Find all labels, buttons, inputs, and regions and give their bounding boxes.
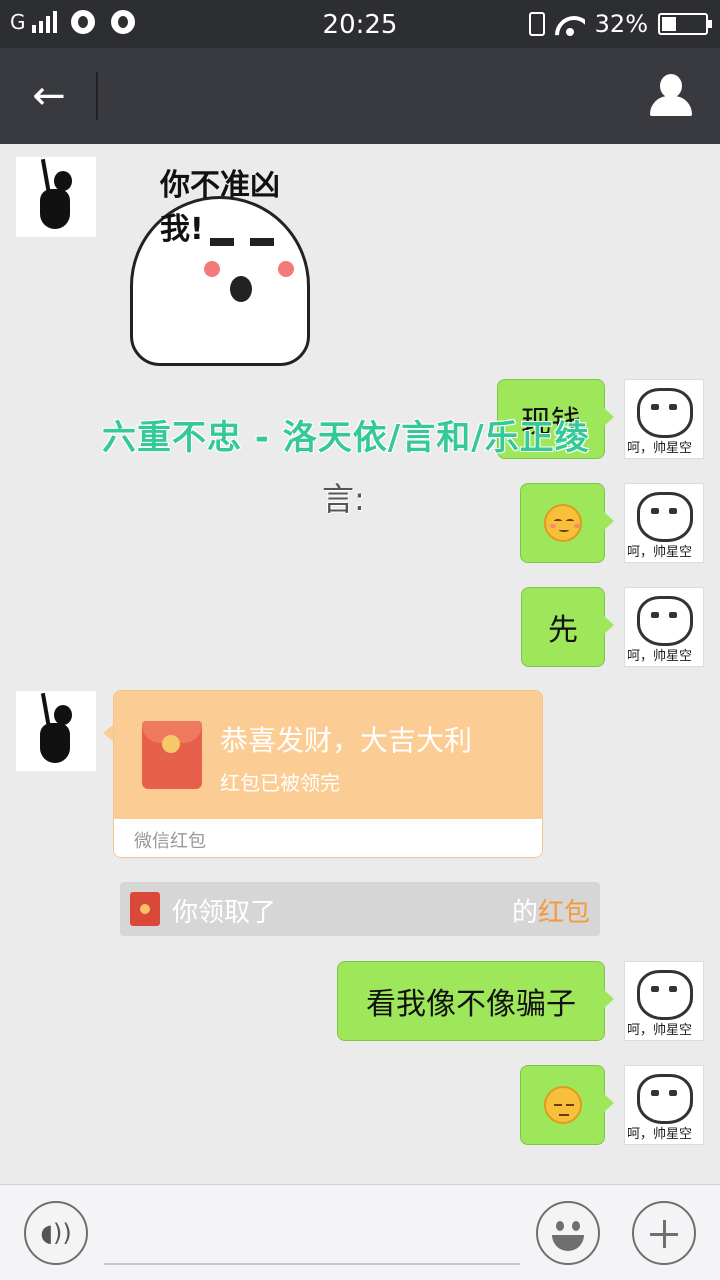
self-avatar[interactable]: 呵，帅星空 — [624, 587, 704, 667]
message-input[interactable] — [104, 1203, 520, 1265]
system-notice[interactable]: 你领取了 的红包 — [120, 882, 600, 936]
battery-percent: 32% — [594, 10, 648, 38]
self-avatar[interactable]: 呵，帅星空 — [624, 1065, 704, 1145]
message-text: 看我像不像骗子 — [366, 987, 576, 1022]
avatar-caption: 呵，帅星空 — [627, 545, 693, 560]
self-text-bubble[interactable]: 先 — [521, 587, 614, 667]
avatar-caption: 呵，帅星空 — [627, 649, 693, 664]
sticker-caption: 你不准凶我! — [160, 168, 280, 247]
self-emoji-bubble[interactable] — [520, 1065, 614, 1145]
avatar-caption: 呵，帅星空 — [627, 1023, 693, 1038]
red-packet-title: 恭喜发财，大吉大利 — [220, 724, 473, 757]
sticker-message[interactable]: 你不准凶我! — [120, 156, 320, 366]
notice-suffix: 的红包 — [511, 898, 590, 928]
lyric-overlay: 六重不忠 - 洛天依/言和/乐正绫 — [102, 418, 590, 458]
chat-input-bar: ◖)) — [0, 1184, 720, 1280]
arrow-left-icon[interactable]: ← — [24, 72, 74, 122]
status-bar: G 20:25 32% — [0, 0, 720, 48]
more-options-icon[interactable] — [632, 1201, 696, 1265]
red-packet-link[interactable]: 红包 — [538, 898, 590, 928]
avatar-caption: 呵，帅星空 — [627, 1127, 693, 1142]
red-envelope-icon — [130, 892, 160, 926]
vibrate-icon — [528, 12, 545, 36]
lyric-overlay-speaker: 言: — [322, 480, 365, 518]
red-packet-brand: 微信红包 — [134, 831, 206, 852]
self-avatar[interactable]: 呵，帅星空 — [624, 483, 704, 563]
header-divider — [96, 72, 98, 120]
self-avatar[interactable]: 呵，帅星空 — [624, 961, 704, 1041]
user-profile-icon[interactable] — [646, 72, 696, 120]
self-text-bubble[interactable]: 看我像不像骗子 — [337, 961, 614, 1041]
self-avatar[interactable]: 呵，帅星空 — [624, 379, 704, 459]
chat-messages[interactable]: 你不准凶我! 现钱 呵，帅星空 六重不忠 - 洛天依/言和/乐正绫 言: 呵，帅… — [0, 144, 720, 1184]
battery-icon — [658, 13, 712, 35]
friend-avatar[interactable] — [16, 691, 96, 771]
avatar-caption: 呵，帅星空 — [627, 441, 693, 456]
notice-text: 你领取了 — [172, 898, 277, 928]
voice-input-icon[interactable]: ◖)) — [24, 1201, 88, 1265]
red-packet-status: 红包已被领完 — [220, 771, 340, 795]
emoji-picker-icon[interactable] — [536, 1201, 600, 1265]
status-right: 32% — [528, 10, 712, 38]
friend-avatar[interactable] — [16, 157, 96, 237]
red-packet-card[interactable]: 恭喜发财，大吉大利 红包已被领完 微信红包 — [113, 690, 543, 858]
unamused-face-icon — [543, 1086, 582, 1124]
wifi-icon — [555, 12, 585, 36]
message-text: 先 — [548, 613, 578, 648]
blush-smile-icon — [543, 504, 582, 542]
red-envelope-icon — [142, 721, 202, 789]
self-emoji-bubble[interactable] — [520, 483, 614, 563]
chat-header: ← — [0, 48, 720, 144]
